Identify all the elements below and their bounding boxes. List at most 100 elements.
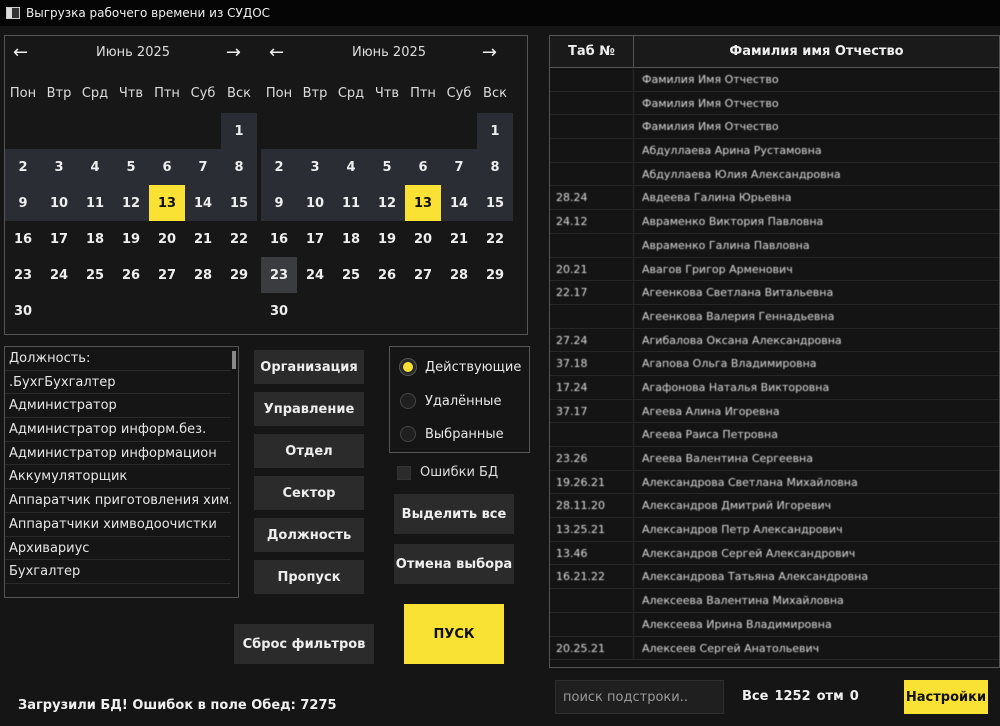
table-row[interactable]: Алексеева Ирина Владимировна	[550, 612, 999, 637]
calendar-day[interactable]: 6	[149, 149, 185, 185]
calendar-day[interactable]: 21	[441, 221, 477, 257]
calendar-day[interactable]: 28	[185, 257, 221, 293]
table-row[interactable]: 20.25.21 Алексеев Сергей Анатольевич	[550, 636, 999, 661]
calendar-day[interactable]: 16	[261, 221, 297, 257]
calendar-day[interactable]: 8	[477, 149, 513, 185]
calendar-day[interactable]: 23	[5, 257, 41, 293]
radio-active[interactable]: Действующие	[400, 357, 521, 377]
table-row[interactable]: 37.18 Агапова Ольга Владимировна	[550, 352, 999, 376]
table-row[interactable]: 17.24 Агафонова Наталья Викторовна	[550, 375, 999, 400]
table-row[interactable]: Авраменко Галина Павловна	[550, 233, 999, 258]
table-row[interactable]: 37.17 Агеева Алина Игоревна	[550, 399, 999, 424]
calendar-day[interactable]: 29	[221, 257, 257, 293]
table-row[interactable]: Абдуллаева Арина Рустамовна	[550, 139, 999, 163]
table-row[interactable]: 22.17 Агеенкова Светлана Витальевна	[550, 281, 999, 305]
calendar-day[interactable]: 22	[221, 221, 257, 257]
calendar-day[interactable]: 9	[5, 185, 41, 221]
db-errors-checkbox[interactable]: Ошибки БД	[397, 465, 498, 480]
calendar-day[interactable]: 17	[41, 221, 77, 257]
calendar-day[interactable]: 21	[185, 221, 221, 257]
radio-selected[interactable]: Выбранные	[400, 424, 504, 444]
calendar-day[interactable]: 10	[41, 185, 77, 221]
pass-filter-button[interactable]: Пропуск	[254, 560, 364, 594]
calendar-day[interactable]: 19	[369, 221, 405, 257]
calendar-day[interactable]: 25	[333, 257, 369, 293]
calendar-day[interactable]: 17	[297, 221, 333, 257]
calendar-day[interactable]: 4	[77, 149, 113, 185]
calendar-day[interactable]: 11	[77, 185, 113, 221]
calendar-day[interactable]: 4	[333, 149, 369, 185]
reset-filters-button[interactable]: Сброс фильтров	[234, 624, 374, 664]
calendar-day[interactable]: 2	[5, 149, 41, 185]
list-item[interactable]: Администратор информацион	[5, 442, 231, 466]
calendar-day[interactable]: 1	[477, 113, 513, 149]
table-row[interactable]: 24.12 Авраменко Виктория Павловна	[550, 210, 999, 234]
calendar-day[interactable]: 7	[185, 149, 221, 185]
calendar-day[interactable]: 16	[5, 221, 41, 257]
list-item[interactable]: Администратор информ.без.	[5, 418, 231, 442]
list-item[interactable]: Аппаратчик приготовления хим. ра	[5, 489, 231, 513]
calendar-day[interactable]: 6	[405, 149, 441, 185]
next-month-arrow-icon[interactable]: →	[226, 44, 241, 62]
calendar-day[interactable]: 18	[333, 221, 369, 257]
table-row[interactable]: 28.24 Авдеева Галина Юрьевна	[550, 186, 999, 211]
calendar-day[interactable]: 5	[113, 149, 149, 185]
calendar-day[interactable]: 2	[261, 149, 297, 185]
calendar-day[interactable]: 30	[5, 293, 41, 329]
table-row[interactable]: 13.46 Александров Сергей Александрович	[550, 541, 999, 566]
next-month-arrow-icon[interactable]: →	[482, 44, 497, 62]
calendar-day[interactable]: 29	[477, 257, 513, 293]
calendar-day[interactable]: 12	[369, 185, 405, 221]
list-item[interactable]: Архивариус	[5, 537, 231, 561]
calendar-day[interactable]: 8	[221, 149, 257, 185]
position-list[interactable]: Должность: .БухгБухгалтер Администратор Адм…	[4, 346, 239, 598]
table-row[interactable]: Алексеева Валентина Михайловна	[550, 589, 999, 613]
calendar-day[interactable]: 3	[41, 149, 77, 185]
position-filter-button[interactable]: Должность	[254, 518, 364, 552]
calendar-day[interactable]: 23	[261, 257, 297, 293]
calendar-day[interactable]: 25	[77, 257, 113, 293]
organization-filter-button[interactable]: Организация	[254, 350, 364, 384]
search-input[interactable]	[555, 680, 724, 714]
select-all-button[interactable]: Выделить все	[394, 494, 514, 534]
list-item[interactable]: Администратор	[5, 394, 231, 419]
calendar-day[interactable]: 30	[261, 293, 297, 329]
calendar-day[interactable]: 20	[149, 221, 185, 257]
table-row[interactable]: 23.26 Агеева Валентина Сергеевна	[550, 447, 999, 471]
calendar-day[interactable]: 26	[113, 257, 149, 293]
calendar-day[interactable]: 22	[477, 221, 513, 257]
table-row[interactable]: Фамилия Имя Отчество	[550, 115, 999, 140]
table-row[interactable]: 27.24 Агибалова Оксана Александровна	[550, 328, 999, 353]
calendar-day[interactable]: 12	[113, 185, 149, 221]
calendar-day[interactable]: 10	[297, 185, 333, 221]
calendar-day[interactable]: 1	[221, 113, 257, 149]
start-button[interactable]: ПУСК	[404, 604, 504, 664]
calendar-day[interactable]: 18	[77, 221, 113, 257]
table-row[interactable]: 16.21.22 Александрова Татьяна Александров…	[550, 565, 999, 590]
sector-filter-button[interactable]: Сектор	[254, 476, 364, 510]
table-row[interactable]: 28.11.20 Александров Дмитрий Игоревич	[550, 494, 999, 519]
radio-deleted[interactable]: Удалённые	[400, 391, 501, 411]
calendar-day[interactable]: 28	[441, 257, 477, 293]
calendar-day[interactable]: 27	[405, 257, 441, 293]
calendar-day-today[interactable]: 13	[405, 185, 441, 221]
calendar-day[interactable]: 20	[405, 221, 441, 257]
list-item[interactable]: Аккумуляторщик	[5, 465, 231, 490]
calendar-day[interactable]: 15	[477, 185, 513, 221]
calendar-day[interactable]: 19	[113, 221, 149, 257]
calendar-day[interactable]: 5	[369, 149, 405, 185]
calendar-day[interactable]: 24	[41, 257, 77, 293]
calendar-day[interactable]: 14	[441, 185, 477, 221]
calendar-day[interactable]: 26	[369, 257, 405, 293]
checkbox-box[interactable]	[397, 465, 411, 480]
deselect-button[interactable]: Отмена выбора	[394, 544, 514, 584]
table-row[interactable]: Агеенкова Валерия Геннадьевна	[550, 304, 999, 329]
calendar-day[interactable]: 15	[221, 185, 257, 221]
list-item[interactable]: .БухгБухгалтер	[5, 371, 231, 395]
calendar-day[interactable]: 7	[441, 149, 477, 185]
calendar-day[interactable]: 14	[185, 185, 221, 221]
calendar-day[interactable]: 27	[149, 257, 185, 293]
table-row[interactable]: 13.25.21 Александров Петр Александрович	[550, 518, 999, 542]
settings-button[interactable]: Настройки	[904, 680, 988, 714]
table-row[interactable]: 20.21 Авагов Григор Арменович	[550, 257, 999, 282]
